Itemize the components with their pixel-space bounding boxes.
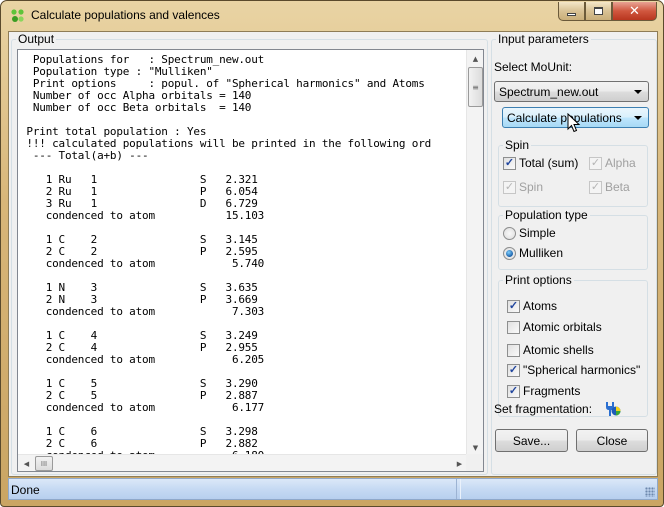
spin-group: Spin ✓ Total (sum) ✓ Alpha ✓ Spin ✓ Beta bbox=[498, 138, 648, 207]
checkbox-empty-icon bbox=[507, 320, 520, 334]
radio-selected-icon bbox=[503, 246, 516, 260]
simple-label: Simple bbox=[519, 226, 556, 240]
close-button[interactable]: Close bbox=[576, 429, 648, 452]
status-bar: Done bbox=[8, 478, 658, 500]
alpha-label: Alpha bbox=[605, 156, 636, 170]
spherical-harmonics-label: "Spherical harmonics" bbox=[523, 363, 641, 377]
chevron-down-icon bbox=[634, 90, 642, 94]
output-line: condenced to atom 5.740 bbox=[20, 257, 265, 270]
action-select-value: Calculate populations bbox=[507, 111, 622, 125]
select-mounit-label: Select MoUnit: bbox=[494, 60, 573, 74]
checkmark-icon: ✓ bbox=[503, 156, 516, 170]
checkmark-icon: ✓ bbox=[589, 156, 602, 170]
output-line: condenced to atom 6.177 bbox=[20, 401, 265, 414]
vertical-scrollbar[interactable]: ▲ ≡ ▼ bbox=[466, 50, 483, 456]
total-sum-checkbox[interactable]: ✓ Total (sum) bbox=[503, 156, 578, 170]
grip-icon: III bbox=[40, 459, 48, 468]
checkmark-icon: ✓ bbox=[507, 384, 520, 398]
atomic-shells-label: Atomic shells bbox=[523, 343, 594, 357]
atoms-label: Atoms bbox=[523, 299, 558, 313]
action-select[interactable]: Calculate populations bbox=[502, 107, 649, 128]
checkmark-icon: ✓ bbox=[507, 299, 520, 313]
output-line: condenced to atom 6.205 bbox=[20, 353, 265, 366]
vertical-scroll-thumb[interactable]: ≡ bbox=[468, 67, 483, 107]
output-group-label: Output bbox=[16, 32, 57, 46]
dialog-window: Calculate populations and valences ✕ Out… bbox=[0, 0, 664, 507]
maximize-icon bbox=[594, 7, 603, 15]
output-line: Number of occ Beta orbitals = 140 bbox=[20, 101, 252, 114]
status-text: Done bbox=[9, 479, 457, 499]
checkmark-icon: ✓ bbox=[507, 363, 520, 377]
chevron-down-icon bbox=[634, 116, 642, 120]
simple-radio[interactable]: Simple bbox=[503, 226, 556, 240]
title-bar[interactable]: Calculate populations and valences ✕ bbox=[1, 1, 663, 31]
radio-icon bbox=[503, 226, 516, 240]
status-pane-secondary bbox=[460, 479, 657, 499]
spherical-harmonics-checkbox[interactable]: ✓ "Spherical harmonics" bbox=[507, 363, 640, 377]
output-line: condenced to atom 15.103 bbox=[20, 209, 265, 222]
close-window-button[interactable]: ✕ bbox=[612, 2, 657, 21]
atomic-orbitals-checkbox[interactable]: Atomic orbitals bbox=[507, 320, 602, 334]
horizontal-scroll-thumb[interactable]: III bbox=[35, 456, 53, 471]
population-type-group: Population type Simple Mulliken bbox=[498, 208, 648, 270]
spin-label: Spin bbox=[519, 180, 544, 194]
save-button[interactable]: Save... bbox=[495, 429, 568, 452]
close-icon: ✕ bbox=[629, 3, 640, 19]
mounit-select[interactable]: Spectrum_new.out bbox=[494, 81, 649, 102]
print-options-group: Print options ✓ Atoms Atomic orbitals At… bbox=[498, 273, 648, 417]
total-sum-label: Total (sum) bbox=[519, 156, 579, 170]
spin-checkbox[interactable]: ✓ Spin bbox=[503, 180, 543, 194]
resize-grip-icon[interactable] bbox=[645, 487, 655, 497]
app-molecule-icon bbox=[11, 9, 24, 22]
output-line: --- Total(a+b) --- bbox=[20, 149, 149, 162]
grip-icon: ≡ bbox=[472, 82, 479, 92]
checkmark-icon: ✓ bbox=[589, 180, 602, 194]
output-line: condenced to atom 7.303 bbox=[20, 305, 265, 318]
fragments-checkbox[interactable]: ✓ Fragments bbox=[507, 384, 580, 398]
spin-group-label: Spin bbox=[503, 138, 532, 152]
input-parameters-label: Input parameters bbox=[496, 32, 591, 46]
print-options-label: Print options bbox=[503, 273, 574, 287]
alpha-checkbox[interactable]: ✓ Alpha bbox=[589, 156, 636, 170]
minimize-icon bbox=[567, 12, 576, 16]
beta-checkbox[interactable]: ✓ Beta bbox=[589, 180, 630, 194]
input-parameters-group: Input parameters Select MoUnit: Spectrum… bbox=[491, 32, 657, 475]
horizontal-scrollbar[interactable]: ◀ III ▶ bbox=[18, 454, 468, 471]
atomic-shells-checkbox[interactable]: Atomic shells bbox=[507, 343, 594, 357]
output-text-area[interactable]: Populations for : Spectrum_new.out Popul… bbox=[17, 49, 484, 472]
population-type-label: Population type bbox=[503, 208, 590, 222]
checkmark-icon: ✓ bbox=[503, 180, 516, 194]
output-text: Populations for : Spectrum_new.out Popul… bbox=[20, 54, 468, 456]
beta-label: Beta bbox=[605, 180, 630, 194]
window-title: Calculate populations and valences bbox=[31, 8, 220, 22]
fragments-label: Fragments bbox=[523, 384, 581, 398]
atomic-orbitals-label: Atomic orbitals bbox=[523, 320, 602, 334]
fragmentation-wrench-icon bbox=[606, 402, 621, 416]
scrollbar-corner bbox=[466, 454, 483, 471]
mulliken-radio[interactable]: Mulliken bbox=[503, 246, 563, 260]
set-fragmentation-button[interactable] bbox=[604, 401, 622, 417]
mounit-select-value: Spectrum_new.out bbox=[499, 85, 599, 99]
scroll-up-arrow-icon[interactable]: ▲ bbox=[467, 50, 483, 67]
mulliken-label: Mulliken bbox=[519, 246, 564, 260]
output-group: Output Populations for : Spectrum_new.ou… bbox=[11, 32, 488, 475]
checkbox-empty-icon bbox=[507, 343, 520, 357]
dialog-client-area: Output Populations for : Spectrum_new.ou… bbox=[8, 31, 658, 477]
maximize-button[interactable] bbox=[585, 2, 612, 21]
set-fragmentation-label: Set fragmentation: bbox=[494, 402, 593, 416]
atoms-checkbox[interactable]: ✓ Atoms bbox=[507, 299, 557, 313]
scroll-left-arrow-icon[interactable]: ◀ bbox=[18, 455, 35, 471]
minimize-button[interactable] bbox=[558, 2, 585, 21]
